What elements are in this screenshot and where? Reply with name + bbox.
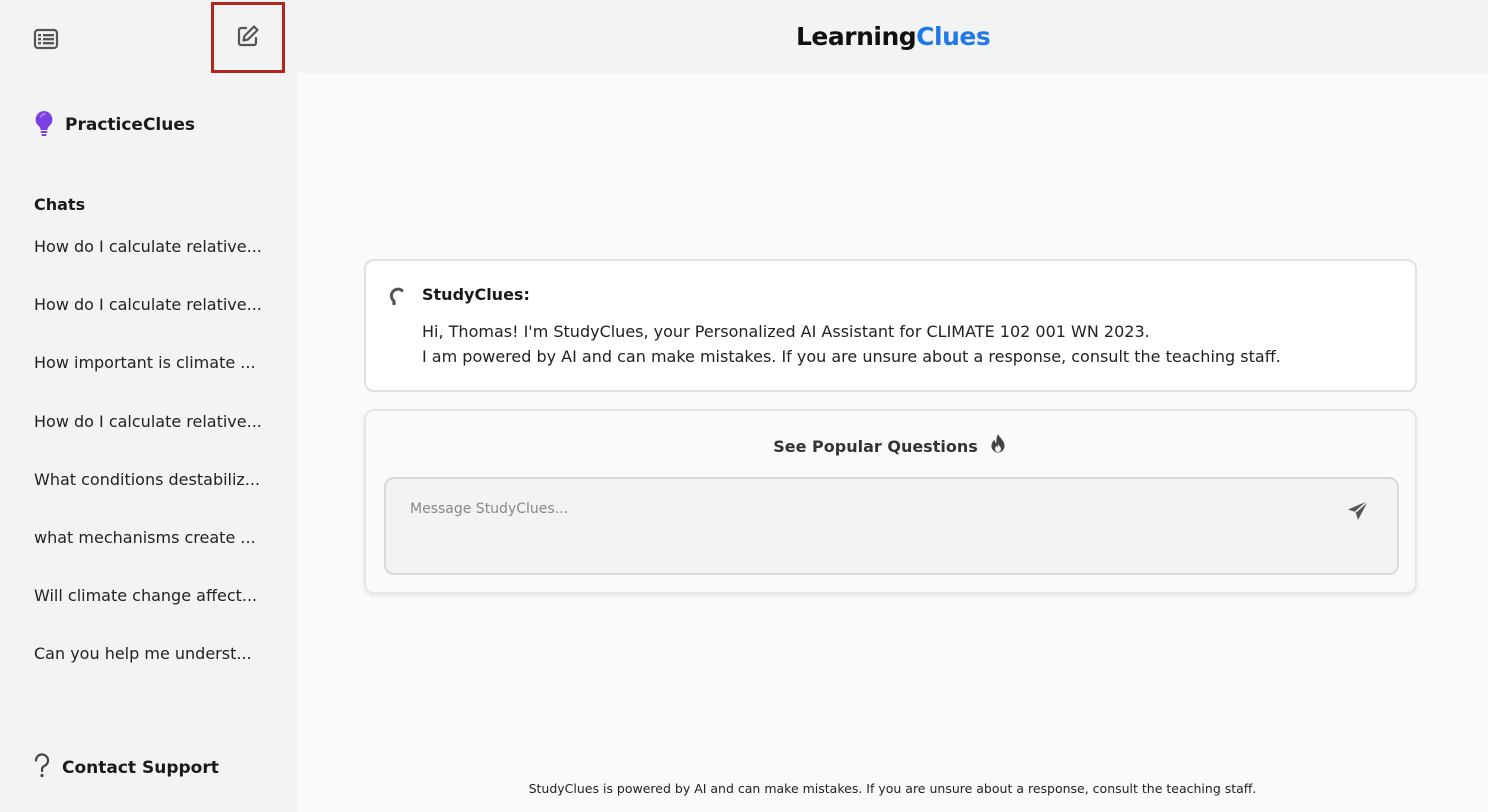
chat-history-item[interactable]: Will climate change affect... (34, 585, 274, 643)
chat-history-item[interactable]: How important is climate ... (34, 352, 274, 410)
message-input[interactable] (410, 497, 1310, 521)
ai-disclaimer: StudyClues is powered by AI and can make… (528, 781, 1257, 796)
see-popular-questions-button[interactable]: See Popular Questions (366, 433, 1415, 459)
logo-text-learning: Learning (796, 22, 917, 51)
chat-history-item[interactable]: What conditions destabiliz... (34, 469, 274, 527)
chat-history-item[interactable]: How do I calculate relative... (34, 236, 274, 294)
message-text-line: Hi, Thomas! I'm StudyClues, your Persona… (422, 322, 1150, 341)
practice-clues-link[interactable]: PracticeClues (33, 109, 195, 141)
practice-clues-label: PracticeClues (65, 115, 196, 135)
lightbulb-icon (33, 109, 55, 141)
composer-card: See Popular Questions (364, 409, 1417, 594)
logo-text-clues: Clues (916, 22, 991, 51)
message-text-line: I am powered by AI and can make mistakes… (422, 347, 1281, 366)
learningclues-logo: LearningClues (796, 22, 991, 51)
fire-icon (988, 433, 1008, 459)
new-chat-button[interactable] (211, 2, 285, 73)
edit-icon (235, 23, 261, 53)
contact-support-label: Contact Support (62, 758, 219, 778)
chat-history-item[interactable]: what mechanisms create ... (34, 527, 274, 585)
message-sender: StudyClues: (422, 285, 530, 304)
assistant-message-card: StudyClues: Hi, Thomas! I'm StudyClues, … (364, 259, 1417, 392)
chat-history-item[interactable]: How do I calculate relative... (34, 294, 274, 352)
sidebar-toggle-icon[interactable] (33, 26, 59, 52)
chat-history-item[interactable]: How do I calculate relative... (34, 411, 274, 469)
popular-questions-label: See Popular Questions (773, 436, 978, 456)
chat-history-item[interactable]: Can you help me underst... (34, 643, 274, 701)
question-mark-icon (32, 753, 52, 783)
send-icon[interactable] (1346, 499, 1374, 527)
sidebar: PracticeClues Chats How do I calculate r… (0, 0, 297, 812)
chat-list: How do I calculate relative... How do I … (34, 236, 274, 702)
message-input-box (384, 477, 1399, 575)
studyclues-logo-icon (388, 286, 406, 310)
chats-heading: Chats (34, 195, 86, 214)
contact-support-link[interactable]: Contact Support (32, 753, 219, 783)
